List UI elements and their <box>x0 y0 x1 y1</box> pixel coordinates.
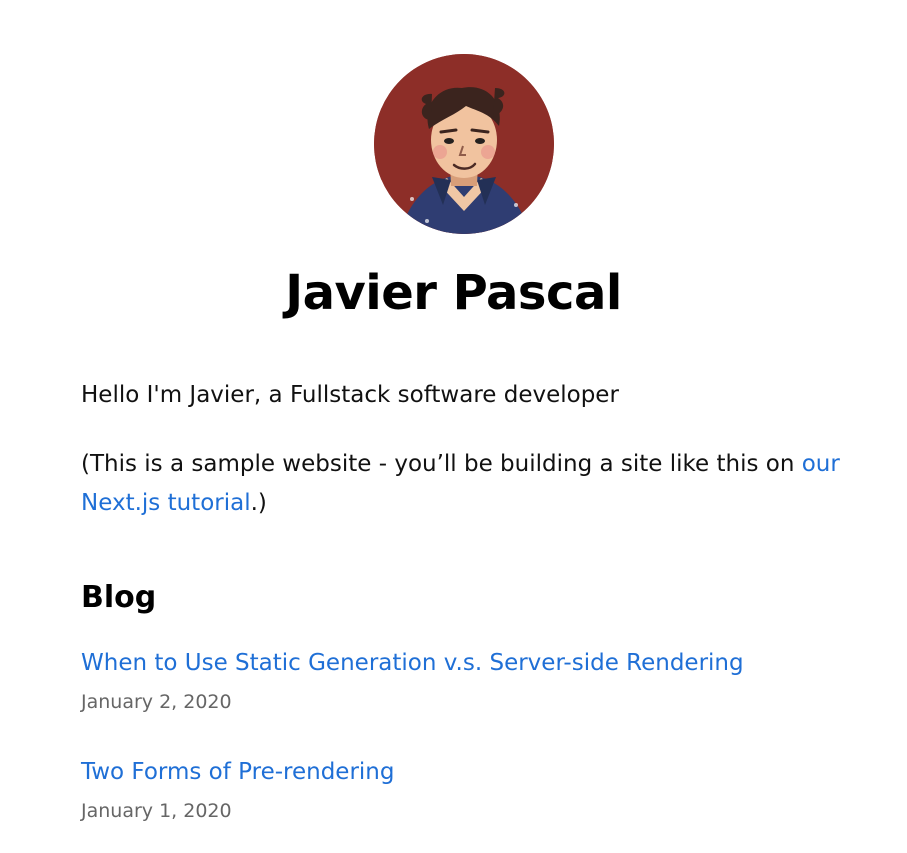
blog-post-item: When to Use Static Generation v.s. Serve… <box>81 646 841 716</box>
blog-heading: Blog <box>81 580 157 615</box>
blog-post-date: January 2, 2020 <box>81 691 232 713</box>
avatar <box>374 54 554 234</box>
tutorial-note: (This is a sample website - you’ll be bu… <box>81 445 841 523</box>
page: Javier Pascal Hello I'm Javier, a Fullst… <box>0 0 907 853</box>
avatar-illustration-icon <box>374 54 554 234</box>
blog-post-link[interactable]: When to Use Static Generation v.s. Serve… <box>81 646 841 680</box>
blog-post-link[interactable]: Two Forms of Pre-rendering <box>81 755 841 789</box>
tutorial-note-prefix: (This is a sample website - you’ll be bu… <box>81 451 802 477</box>
page-title: Javier Pascal <box>285 265 622 321</box>
intro-text: Hello I'm Javier, a Fullstack software d… <box>81 382 619 408</box>
blog-post-item: Two Forms of Pre-rendering January 1, 20… <box>81 755 841 825</box>
tutorial-note-suffix: .) <box>250 490 267 516</box>
blog-post-date: January 1, 2020 <box>81 800 232 822</box>
